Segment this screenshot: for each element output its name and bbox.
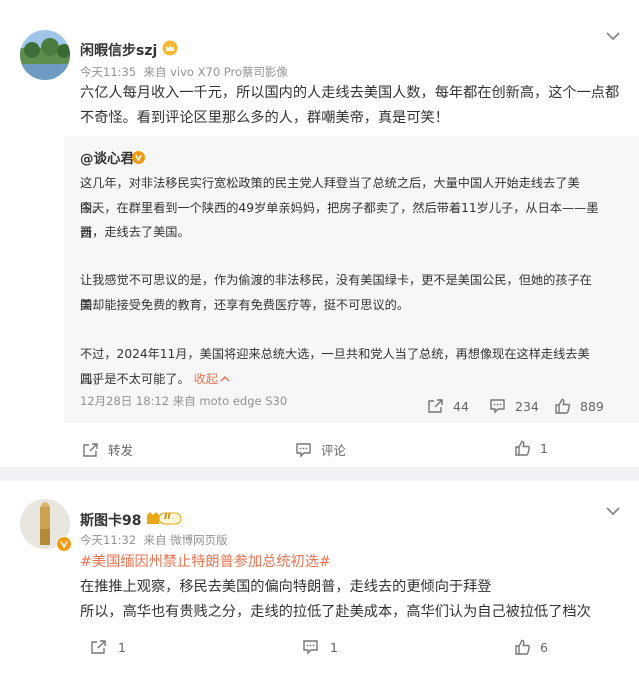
repost-like-button[interactable]: 889 xyxy=(554,398,604,414)
repost-icon xyxy=(83,442,98,457)
chevron-down-icon[interactable] xyxy=(605,26,621,45)
repost-text-line: 国却能接受免费的教育，还享有免费医疗等，挺不可思议的。 xyxy=(80,298,410,312)
post-card-2: 斯图卡98 II 今天11:32 来自 微博网页版 #美国缅因州禁止特朗普参加总… xyxy=(0,481,639,686)
like-count: 6 xyxy=(540,639,548,655)
comment-button[interactable]: 评论 xyxy=(295,440,346,459)
topic-link[interactable]: #美国缅因州禁止特朗普参加总统初选# xyxy=(80,550,620,575)
post-time[interactable]: 今天11:35 xyxy=(80,65,136,79)
thumbs-up-icon xyxy=(515,440,530,456)
post-card-1: 闲暇信步szj 今天11:35 来自 vivo X70 Pro蔡司影像 六亿人每… xyxy=(0,0,639,467)
post-text: #美国缅因州禁止特朗普参加总统初选# 在推推上观察，移民去美国的偏向特朗普，走线… xyxy=(80,550,620,625)
post-text: 六亿人每月收入一千元，所以国内的人走线去美国人数，每年都在创新高，这个一点都 不… xyxy=(80,81,620,131)
repost-label: 转发 xyxy=(108,443,134,458)
repost-text-line: 几乎是不太可能了。 收起 xyxy=(80,367,600,392)
collapse-label: 收起 xyxy=(193,372,218,386)
repost-button[interactable]: 转发 xyxy=(82,440,133,459)
post-time[interactable]: 今天11:32 xyxy=(80,533,136,547)
chevron-down-icon[interactable] xyxy=(605,501,621,520)
post-source: 来自 vivo X70 Pro蔡司影像 xyxy=(143,65,289,79)
like-button[interactable]: 1 xyxy=(514,440,548,456)
comment-icon xyxy=(490,399,505,414)
like-button[interactable]: 6 xyxy=(514,639,548,655)
repost-icon xyxy=(428,399,443,413)
repost-text-line: 哥，走线去了美国。 xyxy=(80,225,190,239)
repost-time[interactable]: 12月28日 18:12 xyxy=(80,394,169,408)
username[interactable]: 斯图卡98 xyxy=(80,510,141,530)
post-source: 来自 微博网页版 xyxy=(143,533,228,547)
repost-source: 来自 moto edge S30 xyxy=(172,394,288,408)
level-badge: II xyxy=(146,511,182,526)
comment-button[interactable]: 1 xyxy=(302,639,338,655)
repost-button[interactable]: 1 xyxy=(90,639,126,655)
repost-username[interactable]: @谈心君 xyxy=(80,147,134,167)
verified-badge-icon xyxy=(56,536,72,552)
post-meta: 今天11:32 来自 微博网页版 xyxy=(80,532,228,548)
comment-count: 1 xyxy=(330,639,338,655)
comment-icon xyxy=(303,640,318,655)
repost-reposts-button[interactable]: 44 xyxy=(427,398,469,414)
vip-crown-icon xyxy=(162,40,178,60)
like-count: 1 xyxy=(540,440,548,456)
username[interactable]: 闲暇信步szj xyxy=(80,40,157,60)
repost-comments-button[interactable]: 234 xyxy=(489,398,539,414)
collapse-link[interactable]: 收起 xyxy=(194,372,230,386)
repost-icon xyxy=(91,640,106,654)
repost-box[interactable]: @谈心君 这几年，对非法移民实行宽松政策的民主党人拜登当了总统之后，大量中国人开… xyxy=(64,136,639,423)
thumbs-up-icon xyxy=(555,398,570,414)
repost-count: 1 xyxy=(118,639,126,655)
thumbs-up-icon xyxy=(515,639,530,655)
repost-reposts-count: 44 xyxy=(453,398,469,414)
post-text-line: 六亿人每月收入一千元，所以国内的人走线去美国人数，每年都在创新高，这个一点都 xyxy=(80,85,620,101)
repost-text-tail: 几乎是不太可能了。 xyxy=(80,372,190,386)
verified-badge-icon xyxy=(132,149,145,168)
repost-comments-count: 234 xyxy=(515,398,539,414)
comment-label: 评论 xyxy=(321,443,347,458)
post-text-line: 在推推上观察，移民去美国的偏向特朗普，走线去的更倾向于拜登 xyxy=(80,579,492,595)
post-text-line: 不奇怪。看到评论区里那么多的人，群嘲美帝，真是可笑！ xyxy=(80,110,449,126)
comment-icon xyxy=(296,442,311,458)
user-avatar[interactable] xyxy=(20,30,70,80)
level-text: II xyxy=(164,512,171,522)
post-text-line: 所以，高华也有贵贱之分，走线的拉低了赴美成本，高华们认为自己被拉低了档次 xyxy=(80,604,591,620)
repost-likes-count: 889 xyxy=(580,398,604,414)
chevron-up-icon xyxy=(220,375,230,382)
post-meta: 今天11:35 来自 vivo X70 Pro蔡司影像 xyxy=(80,64,288,80)
repost-meta: 12月28日 18:12 来自 moto edge S30 xyxy=(80,393,287,409)
